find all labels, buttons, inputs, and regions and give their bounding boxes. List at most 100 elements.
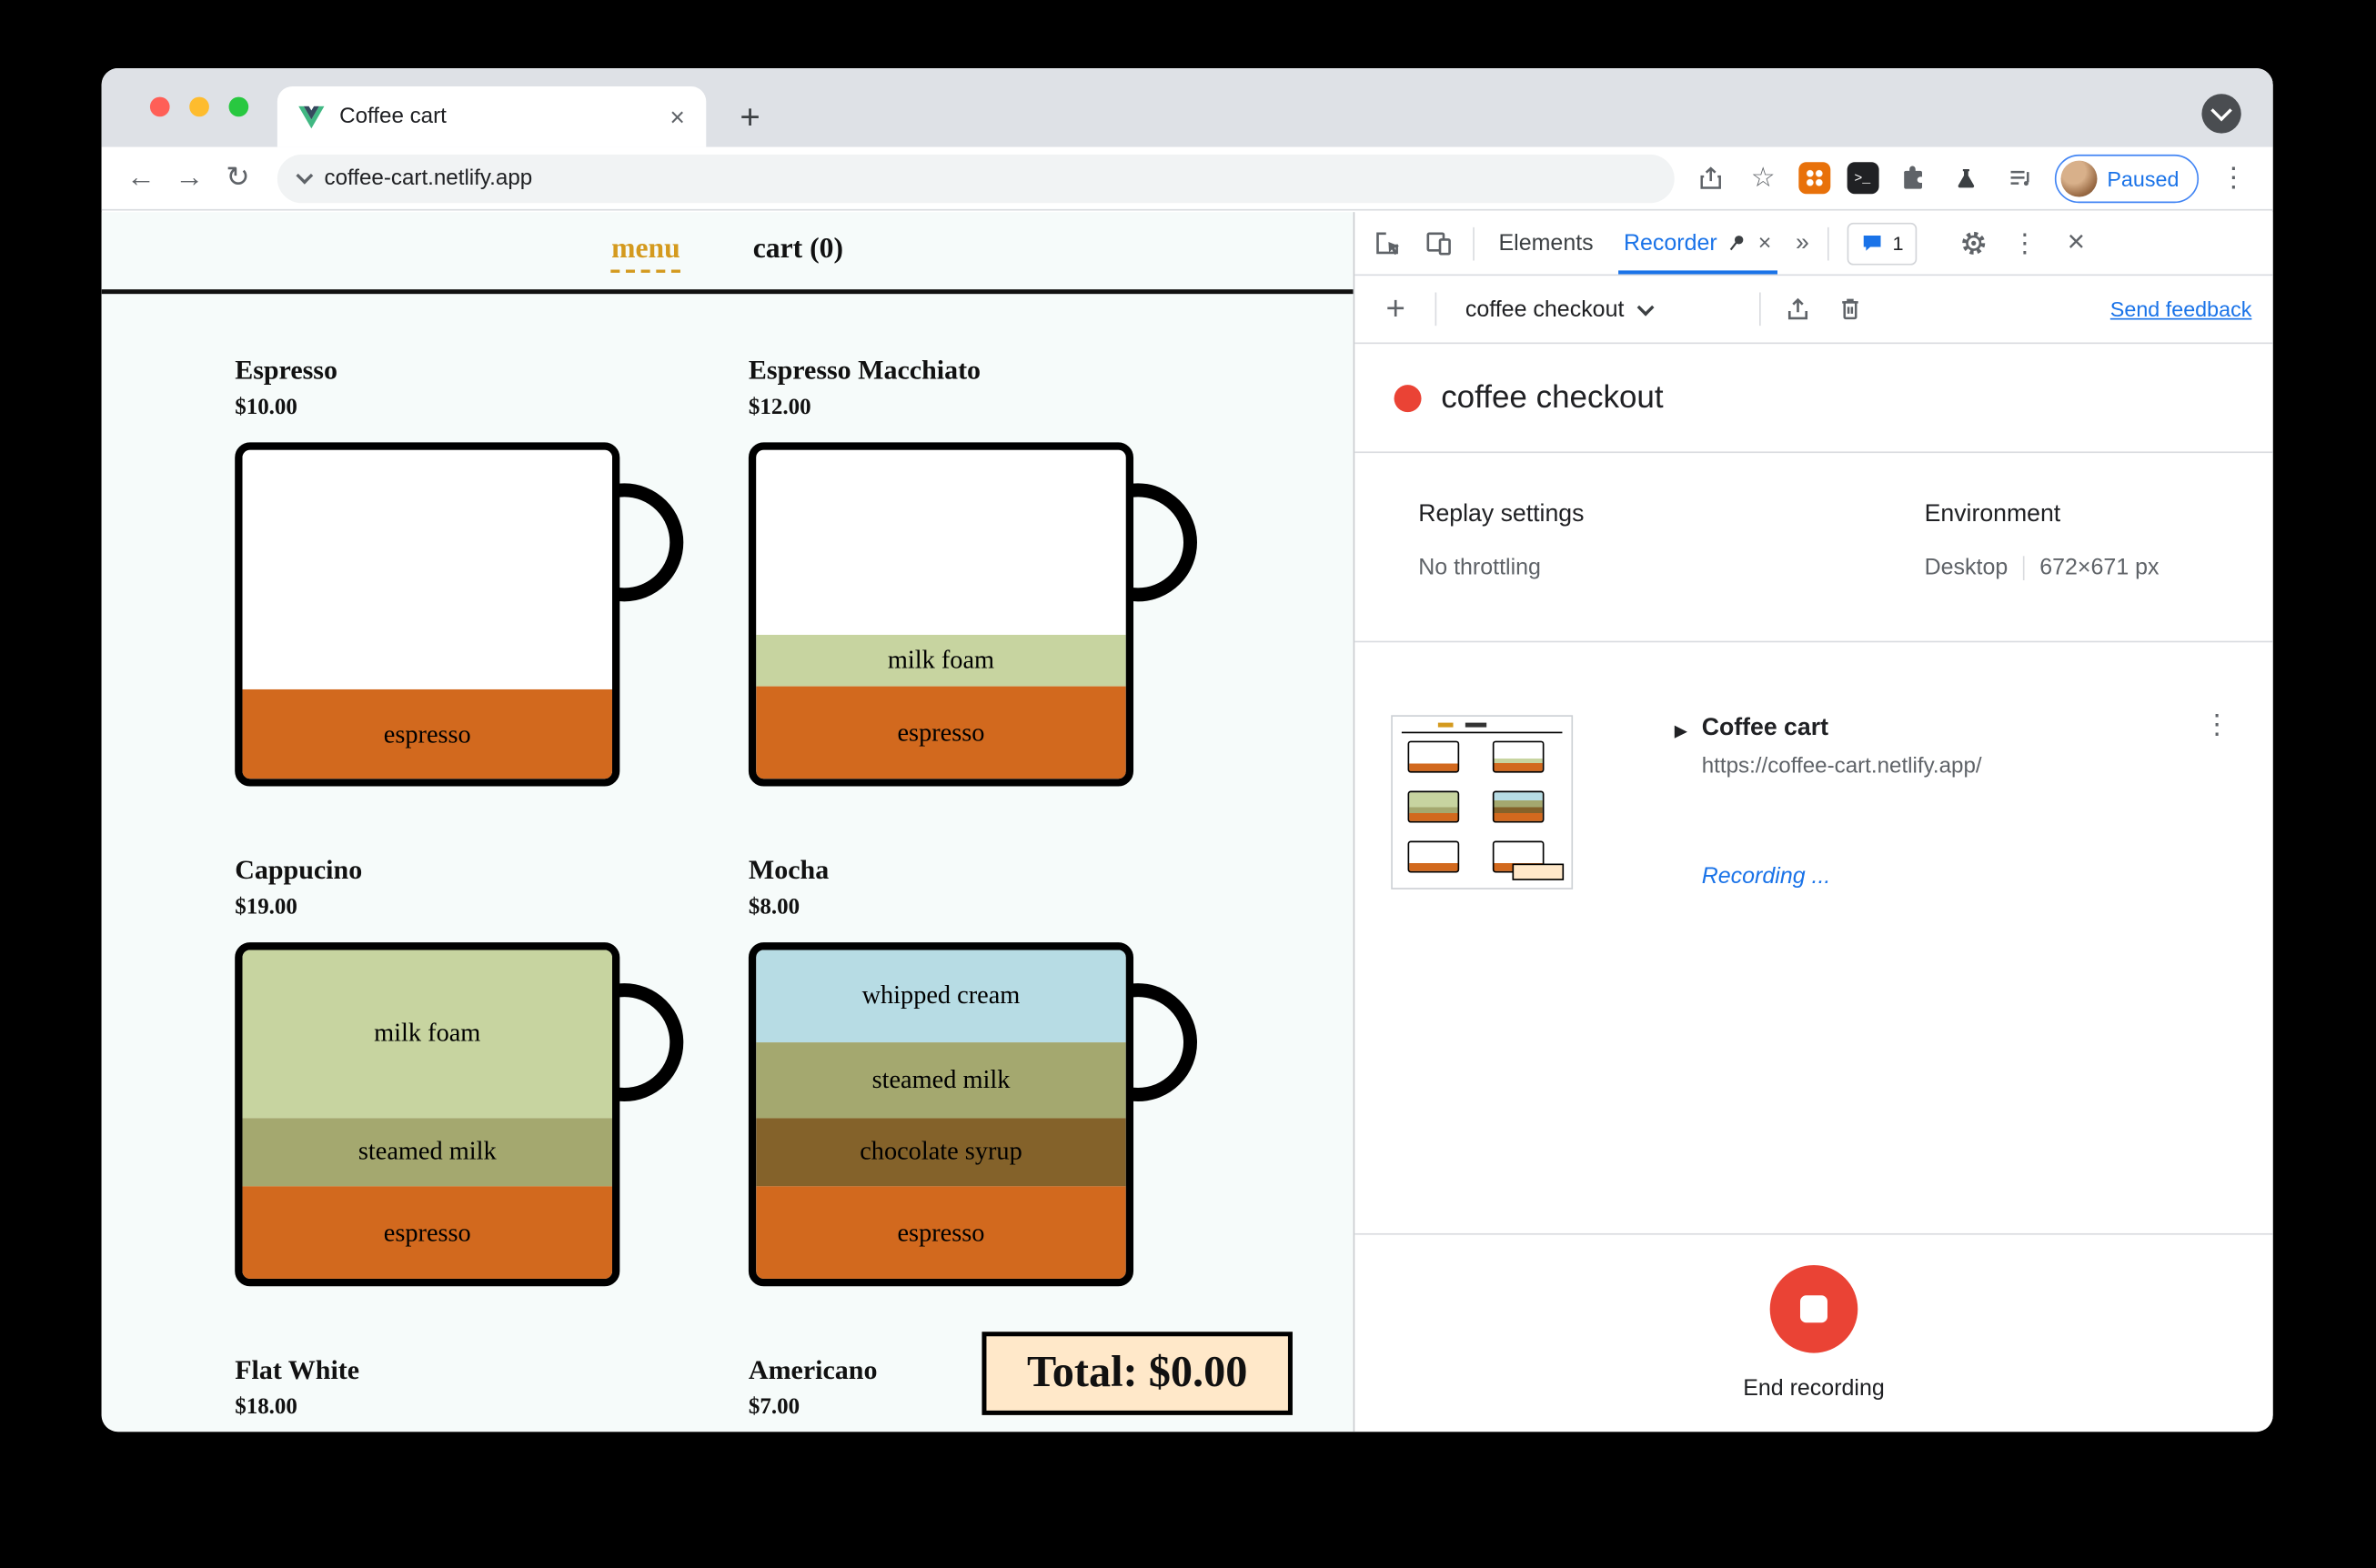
devtools-settings-gear-icon[interactable] bbox=[1957, 226, 1990, 260]
extension-orange-icon[interactable] bbox=[1797, 162, 1830, 195]
bookmark-star-icon[interactable]: ☆ bbox=[1745, 160, 1781, 196]
environment-title[interactable]: Environment bbox=[1925, 501, 2160, 528]
menu-items: Espresso $10.00 espresso Espresso Macchiato… bbox=[102, 212, 1354, 1432]
throttling-value: No throttling bbox=[1418, 554, 1541, 581]
chevron-down-icon bbox=[1636, 297, 1655, 316]
extensions-puzzle-icon[interactable] bbox=[1895, 160, 1931, 196]
cup-layer: steamed milk bbox=[756, 1041, 1126, 1118]
grid-dots-icon bbox=[1805, 169, 1823, 186]
menu-item: Cappucino $19.00 milk foam steamed milk espr… bbox=[235, 853, 690, 1287]
step-title[interactable]: Coffee cart bbox=[1702, 715, 1828, 742]
profile-paused-chip[interactable]: Paused bbox=[2054, 154, 2200, 203]
pin-icon[interactable] bbox=[1727, 234, 1747, 254]
thumbnail-total-box bbox=[1512, 863, 1565, 880]
replay-settings-section: Replay settings No throttling Environmen… bbox=[1354, 453, 2273, 643]
cup[interactable]: milk foam steamed milk espresso bbox=[235, 942, 684, 1287]
tab-strip: Coffee cart × + bbox=[101, 67, 2273, 147]
new-tab-button[interactable]: + bbox=[726, 93, 774, 141]
extension-terminal-icon[interactable]: >_ bbox=[1846, 162, 1878, 195]
toolbar-actions: ☆ >_ Paused ⋮ bbox=[1692, 154, 2255, 203]
add-recording-icon[interactable]: + bbox=[1376, 289, 1415, 328]
devtools-menu-kebab-icon[interactable]: ⋮ bbox=[2008, 226, 2041, 260]
end-recording-button[interactable] bbox=[1769, 1264, 1858, 1353]
device-toolbar-icon[interactable] bbox=[1422, 226, 1455, 260]
tab-elements-label: Elements bbox=[1498, 230, 1594, 256]
environment-column: Environment Desktop 672×671 px bbox=[1925, 501, 2160, 580]
cart-total-button[interactable]: Total: $0.00 bbox=[982, 1332, 1293, 1415]
cup-layer bbox=[242, 449, 612, 690]
cup-layer: espresso bbox=[242, 1186, 612, 1279]
item-price: $18.00 bbox=[235, 1395, 297, 1420]
vue-favicon bbox=[298, 105, 325, 128]
menu-item: Espresso $10.00 espresso bbox=[235, 353, 690, 787]
environment-viewport-size: 672×671 px bbox=[2039, 554, 2160, 581]
tab-recorder[interactable]: Recorder × bbox=[1617, 212, 1777, 274]
end-recording-label: End recording bbox=[1743, 1375, 1885, 1402]
cup[interactable]: espresso bbox=[235, 442, 684, 787]
export-recording-icon[interactable] bbox=[1780, 293, 1814, 327]
recording-header: coffee checkout bbox=[1354, 344, 2273, 454]
site-info-chevron-icon[interactable] bbox=[296, 166, 314, 185]
step-thumbnail[interactable] bbox=[1391, 715, 1574, 890]
tab-elements[interactable]: Elements bbox=[1493, 212, 1599, 274]
thumbnail-cart-bar bbox=[1465, 722, 1487, 728]
cup-body: milk foam espresso bbox=[748, 442, 1134, 787]
back-button[interactable]: ← bbox=[120, 156, 163, 199]
value-divider bbox=[2022, 555, 2025, 580]
window-controls bbox=[149, 96, 249, 117]
thumbnail-mini-cup bbox=[1407, 740, 1460, 773]
browser-tab[interactable]: Coffee cart × bbox=[277, 85, 707, 147]
speech-bubble-icon bbox=[1863, 236, 1881, 251]
item-price: $10.00 bbox=[235, 395, 297, 420]
flask-extension-icon[interactable] bbox=[1948, 160, 1984, 196]
recorder-footer: End recording bbox=[1354, 1232, 2273, 1432]
step-expand-icon[interactable]: ▶ bbox=[1675, 721, 1687, 741]
item-name: Mocha bbox=[748, 854, 830, 885]
playlist-extension-icon[interactable] bbox=[2001, 160, 2038, 196]
recording-select[interactable]: coffee checkout bbox=[1456, 297, 1740, 322]
recording-status: Recording ... bbox=[1701, 863, 1831, 890]
recording-steps: ▶ Coffee cart https://coffee-cart.netlif… bbox=[1354, 642, 2272, 1233]
send-feedback-link[interactable]: Send feedback bbox=[2110, 297, 2252, 322]
cup[interactable]: milk foam espresso bbox=[748, 442, 1197, 787]
stop-icon bbox=[1799, 1295, 1827, 1323]
cup-layer: espresso bbox=[756, 1186, 1126, 1279]
zoom-window-button[interactable] bbox=[228, 96, 249, 117]
avatar bbox=[2059, 159, 2097, 196]
cup-layer: espresso bbox=[756, 687, 1126, 779]
reload-button[interactable]: ↻ bbox=[216, 156, 259, 199]
environment-device: Desktop bbox=[1924, 554, 2009, 581]
chevron-down-icon bbox=[2210, 99, 2232, 122]
forward-button[interactable]: → bbox=[168, 156, 211, 199]
console-badge-count: 1 bbox=[1892, 231, 1904, 255]
cup-body: whipped cream steamed milk chocolate syrup… bbox=[748, 942, 1134, 1287]
tab-title: Coffee cart bbox=[339, 104, 447, 129]
tab-search-button[interactable] bbox=[2201, 94, 2241, 134]
devtools-close-icon[interactable]: × bbox=[2059, 226, 2093, 260]
replay-settings-title[interactable]: Replay settings bbox=[1418, 501, 1584, 528]
item-price: $8.00 bbox=[748, 895, 800, 920]
tab-recorder-close-icon[interactable]: × bbox=[1758, 230, 1772, 256]
devtools-toolbar: Elements Recorder × » 1 ⋮ × bbox=[1354, 212, 2273, 276]
browser-menu-kebab-icon[interactable]: ⋮ bbox=[2215, 160, 2251, 196]
item-name: Espresso bbox=[235, 354, 337, 386]
share-icon[interactable] bbox=[1692, 160, 1728, 196]
step-menu-kebab-icon[interactable]: ⋮ bbox=[2203, 709, 2230, 741]
delete-recording-icon[interactable] bbox=[1834, 293, 1868, 327]
console-messages-badge[interactable]: 1 bbox=[1847, 222, 1918, 265]
cup[interactable]: whipped cream steamed milk chocolate syrup… bbox=[748, 942, 1197, 1287]
toolbar-divider bbox=[1473, 226, 1475, 260]
recording-title: coffee checkout bbox=[1441, 379, 1664, 415]
address-bar[interactable]: coffee-cart.netlify.app bbox=[277, 154, 1674, 203]
cup-layer: steamed milk bbox=[242, 1117, 612, 1187]
more-panels-icon[interactable]: » bbox=[1796, 229, 1809, 256]
cup-body: espresso bbox=[235, 442, 620, 787]
inspect-element-icon[interactable] bbox=[1370, 226, 1404, 260]
toolbar-divider bbox=[1759, 292, 1761, 327]
tab-close-icon[interactable]: × bbox=[670, 104, 685, 129]
close-window-button[interactable] bbox=[149, 96, 170, 117]
profile-status-label: Paused bbox=[2107, 166, 2180, 191]
minimize-window-button[interactable] bbox=[189, 96, 209, 117]
thumbnail-mini-cup bbox=[1492, 790, 1545, 823]
step-url: https://coffee-cart.netlify.app/ bbox=[1701, 754, 1982, 779]
